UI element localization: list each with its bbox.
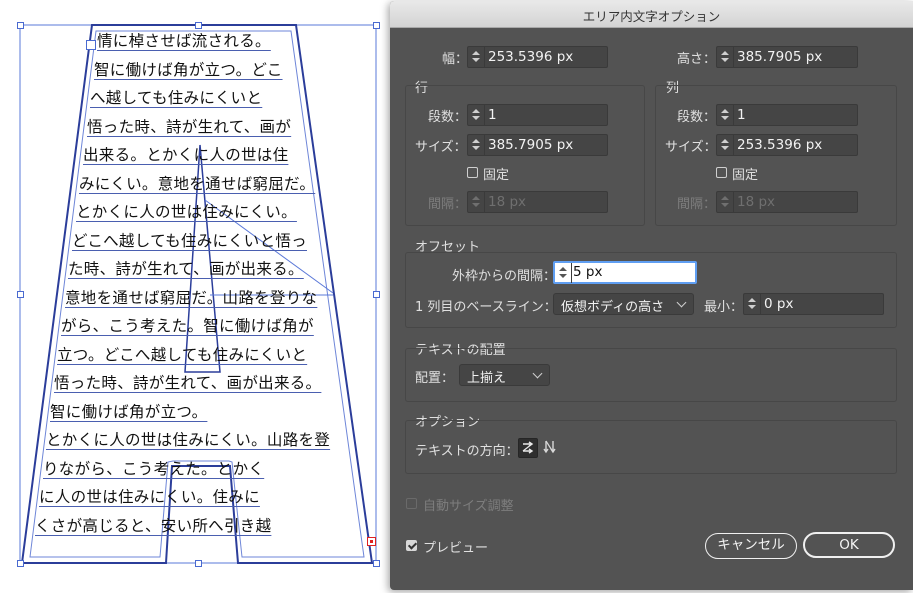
rows-count-field[interactable]: 1 <box>467 104 608 126</box>
text-line: 悟った時、詩が生れて、画が <box>87 118 292 136</box>
text-line: 立つ。どこへ越しても住みにくいと <box>57 346 308 364</box>
text-line: くさが高じると、安い所へ引き越 <box>35 517 272 535</box>
columns-size-label: サイズ： <box>665 140 717 155</box>
bbox-handle-middle-left[interactable] <box>17 291 24 298</box>
height-value: 385.7905 px <box>737 49 823 65</box>
inset-spacing-field[interactable]: 5 px <box>553 261 697 284</box>
auto-size-label: 自動サイズ調整 <box>423 499 514 514</box>
text-line: りながら、こう考えた。とかく <box>43 460 265 478</box>
width-label: 幅： <box>442 52 469 67</box>
text-line: どこへ越しても住みにくいと悟っ <box>72 232 307 250</box>
columns-fixed-checkbox[interactable] <box>716 167 727 178</box>
bbox-handle-middle-right[interactable] <box>373 291 380 298</box>
text-line: に人の世は住みにくい。住みに <box>39 488 260 506</box>
rows-count-stepper[interactable] <box>468 105 485 125</box>
chevron-down-icon <box>532 368 543 379</box>
first-baseline-dropdown[interactable]: 仮想ボディの高さ <box>553 293 694 315</box>
columns-size-value: 253.5396 px <box>737 137 823 153</box>
bbox-handle-bottom-left[interactable] <box>17 560 24 567</box>
rows-gutter-stepper[interactable] <box>468 192 485 212</box>
columns-size-field[interactable]: 253.5396 px <box>716 134 858 156</box>
text-line: 情に棹させば流される。 <box>97 32 271 50</box>
rows-gutter-field[interactable]: 18 px <box>467 191 608 213</box>
columns-fixed-label: 固定 <box>732 168 759 183</box>
min-value: 0 px <box>764 296 794 312</box>
bbox-handle-top-left[interactable] <box>17 22 24 29</box>
alignment-dropdown[interactable]: 上揃え <box>459 364 550 386</box>
text-line: 意地を通せば窮屈だ。山路を登りな <box>65 289 318 307</box>
text-line: へ越しても住みにくいと <box>90 89 263 107</box>
rows-size-stepper[interactable] <box>468 135 485 155</box>
height-field[interactable]: 385.7905 px <box>716 46 858 68</box>
inset-spacing-label: 外枠からの間隔： <box>452 269 557 284</box>
height-stepper[interactable] <box>717 47 734 67</box>
height-label: 高さ： <box>677 52 717 67</box>
columns-gutter-field[interactable]: 18 px <box>716 191 858 213</box>
text-line: 智に働けば角が立つ。 <box>50 403 208 421</box>
text-line: 智に働けば角が立つ。どこ <box>94 61 283 79</box>
auto-size-checkbox[interactable] <box>406 498 417 509</box>
text-line: 出来る。とかくに人の世は住 <box>83 146 289 164</box>
text-line: とかくに人の世は住みにくい。 <box>76 203 297 221</box>
rows-count-label: 段数： <box>428 110 468 125</box>
text-line: た時、詩が生れて、画が出来る。 <box>68 260 304 278</box>
inset-spacing-stepper[interactable] <box>555 263 572 283</box>
text-line: みにくい。意地を通せば窮屈だ。 <box>79 175 316 193</box>
artboard-canvas[interactable]: 情に棹させば流される。 智に働けば角が立つ。どこ へ越しても住みにくいと 悟った… <box>0 0 390 593</box>
rows-size-label: サイズ： <box>415 140 467 155</box>
dialog-title: エリア内文字オプション <box>582 9 721 24</box>
text-direction-across-button[interactable] <box>518 438 538 458</box>
first-baseline-label: 1 列目のベースライン： <box>415 300 557 315</box>
min-field[interactable]: 0 px <box>743 293 884 315</box>
columns-gutter-stepper[interactable] <box>717 192 734 212</box>
text-direction-down-icon <box>543 440 556 454</box>
cancel-button[interactable]: キャンセル <box>705 533 797 559</box>
columns-count-field[interactable]: 1 <box>716 104 858 126</box>
columns-gutter-label: 間隔： <box>677 197 717 212</box>
text-line: がら、こう考えた。智に働けば角が <box>61 317 314 335</box>
preview-checkbox[interactable] <box>406 540 417 551</box>
text-line: とかくに人の世は住みにくい。山路を登 <box>46 431 331 449</box>
rows-gutter-value: 18 px <box>488 194 527 210</box>
rows-gutter-label: 間隔： <box>428 197 468 212</box>
min-label: 最小： <box>704 300 744 315</box>
text-direction-label: テキストの方向： <box>415 444 519 459</box>
columns-size-stepper[interactable] <box>717 135 734 155</box>
rows-count-value: 1 <box>488 107 497 123</box>
text-line: 悟った時、詩が生れて、画が出来る。 <box>54 374 322 392</box>
bbox-handle-bottom-middle[interactable] <box>195 560 202 567</box>
alignment-value: 上揃え <box>467 371 507 386</box>
rows-size-value: 385.7905 px <box>488 137 574 153</box>
width-stepper[interactable] <box>468 47 485 67</box>
columns-count-value: 1 <box>737 107 746 123</box>
preview-label: プレビュー <box>423 541 489 556</box>
columns-count-stepper[interactable] <box>717 105 734 125</box>
text-direction-across-icon <box>522 441 534 454</box>
min-stepper[interactable] <box>744 294 761 314</box>
text-overflow-port[interactable] <box>367 537 376 546</box>
rows-size-field[interactable]: 385.7905 px <box>467 134 608 156</box>
columns-gutter-value: 18 px <box>737 194 776 210</box>
width-value: 253.5396 px <box>488 49 574 65</box>
alignment-label: 配置： <box>415 371 455 386</box>
bbox-handle-top-right[interactable] <box>373 22 380 29</box>
first-baseline-value: 仮想ボディの高さ <box>561 300 665 315</box>
rows-fixed-label: 固定 <box>483 168 510 183</box>
width-field[interactable]: 253.5396 px <box>467 46 608 68</box>
dialog-titlebar[interactable]: エリア内文字オプション <box>390 1 913 28</box>
chevron-down-icon <box>676 297 687 308</box>
text-direction-down-button[interactable] <box>541 438 561 458</box>
ok-button[interactable]: OK <box>803 532 895 558</box>
area-type-options-dialog: エリア内文字オプション 幅： 253.5396 px 高さ： 385.7905 … <box>390 1 913 590</box>
text-in-port[interactable] <box>86 40 96 50</box>
inset-spacing-value: 5 px <box>573 264 603 280</box>
columns-count-label: 段数： <box>677 110 717 125</box>
rows-fixed-checkbox[interactable] <box>467 167 478 178</box>
bbox-handle-bottom-right[interactable] <box>373 560 380 567</box>
